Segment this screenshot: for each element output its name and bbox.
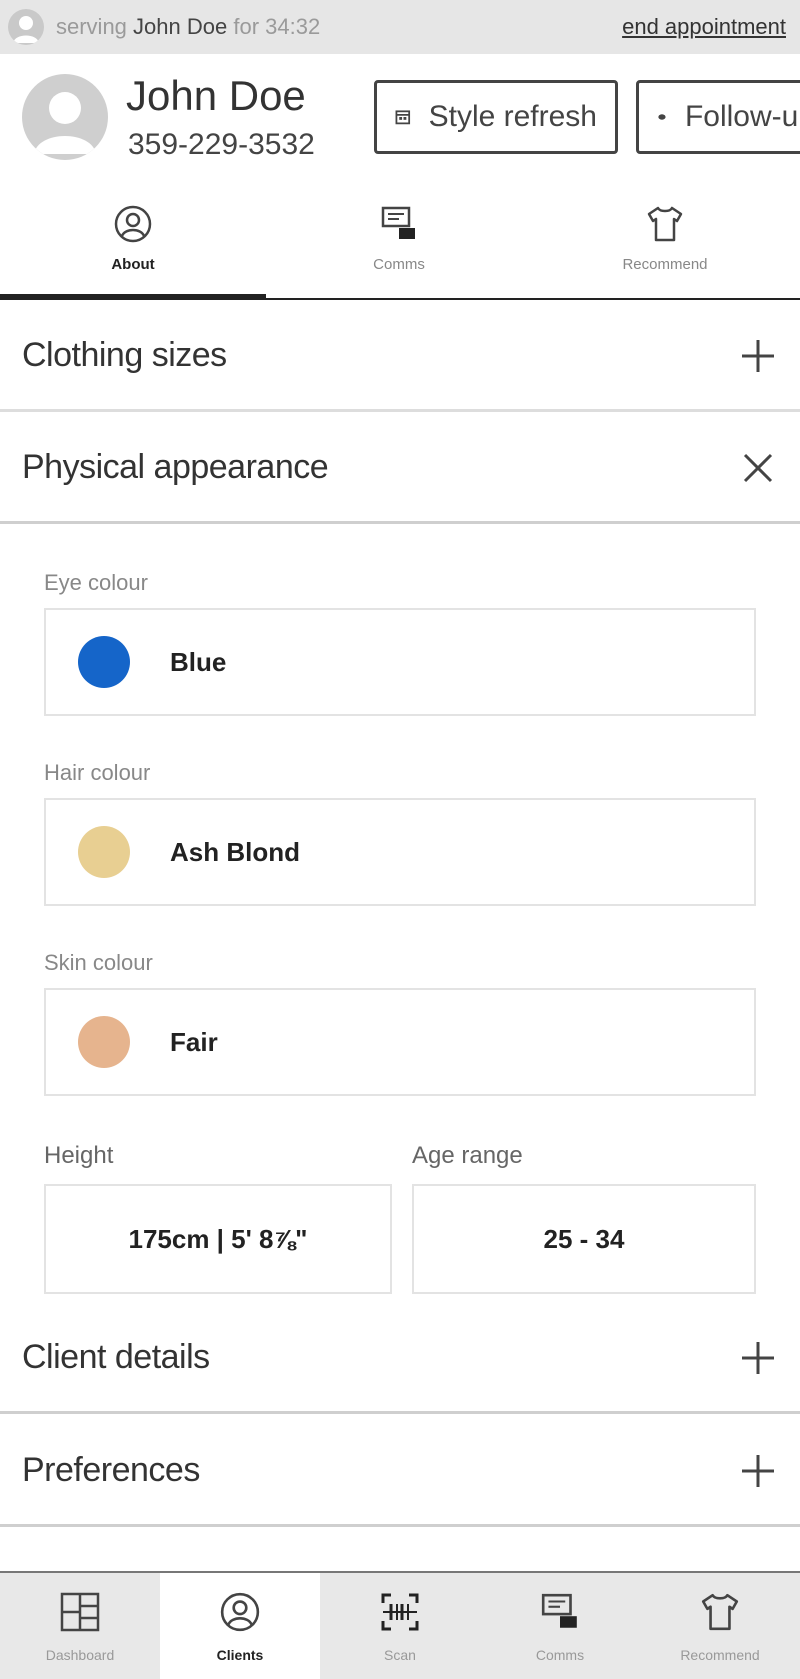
nav-dashboard-label: Dashboard (45, 1647, 115, 1663)
age-range-label: Age range (412, 1142, 523, 1169)
hair-colour-label: Hair colour (44, 760, 151, 785)
follow-up-label: Follow-up (684, 100, 800, 133)
serving-status: serving John Doe for 34:32 (56, 14, 622, 40)
eye-colour-field[interactable]: Blue (44, 608, 756, 716)
tab-about-label: About (111, 256, 155, 273)
section-preferences-title: Preferences (22, 1451, 200, 1489)
tab-recommend[interactable]: Recommend (532, 182, 798, 298)
calendar-icon (395, 110, 411, 125)
nav-clients-label: Clients (216, 1647, 264, 1663)
nav-scan[interactable]: Scan (320, 1573, 480, 1679)
serving-timer: for 34:32 (233, 14, 321, 39)
client-phone: 359-229-3532 (128, 128, 315, 161)
style-refresh-button[interactable]: Style refresh (374, 80, 618, 154)
tshirt-icon (647, 206, 683, 242)
nav-recommend[interactable]: Recommend (640, 1573, 800, 1679)
nav-clients[interactable]: Clients (160, 1573, 320, 1679)
skin-colour-swatch (78, 1016, 130, 1068)
tab-about[interactable]: About (0, 182, 266, 300)
hair-colour-value: Ash Blond (170, 836, 300, 867)
serving-client-name: John Doe (133, 14, 228, 39)
height-field[interactable]: 175cm | 5' 8⅞" (44, 1184, 392, 1294)
hair-colour-swatch (78, 826, 130, 878)
plus-icon (742, 1454, 774, 1487)
height-label: Height (44, 1142, 114, 1169)
chat-icon (541, 1593, 577, 1628)
mini-avatar-icon (8, 9, 44, 45)
user-circle-icon (220, 1592, 260, 1632)
skin-colour-label: Skin colour (44, 950, 153, 975)
nav-comms[interactable]: Comms (480, 1573, 640, 1679)
chat-icon (381, 206, 415, 239)
section-physical-appearance-title: Physical appearance (22, 448, 329, 486)
eye-colour-label: Eye colour (44, 570, 148, 595)
skin-colour-field[interactable]: Fair (44, 988, 756, 1096)
section-client-details-title: Client details (22, 1338, 210, 1376)
section-clothing-sizes-title: Clothing sizes (22, 336, 227, 374)
end-appointment-link[interactable]: end appointment (622, 14, 786, 40)
client-tabs: About Comms Recommend (0, 182, 800, 300)
user-circle-icon (114, 205, 152, 243)
client-name: John Doe (126, 72, 306, 119)
nav-recommend-label: Recommend (680, 1647, 760, 1663)
bottom-nav: Dashboard Clients Scan Comms Recommend (0, 1571, 800, 1679)
scan-icon (381, 1593, 419, 1631)
client-header: John Doe 359-229-3532 Style refresh Foll… (0, 54, 800, 182)
tab-comms[interactable]: Comms (266, 182, 532, 298)
tshirt-icon (701, 1593, 739, 1631)
eye-colour-value: Blue (170, 646, 227, 677)
tab-comms-label: Comms (373, 256, 425, 273)
follow-up-button[interactable]: Follow-up (636, 80, 800, 154)
section-clothing-sizes[interactable]: Clothing sizes (0, 302, 800, 412)
plus-icon (742, 339, 774, 372)
serving-prefix: serving (56, 14, 127, 39)
plus-icon (742, 1341, 774, 1374)
avatar (22, 74, 108, 160)
nav-scan-label: Scan (384, 1647, 416, 1663)
close-icon (743, 453, 773, 482)
style-refresh-label: Style refresh (428, 100, 597, 133)
section-preferences[interactable]: Preferences (0, 1417, 800, 1527)
serving-bar: serving John Doe for 34:32 end appointme… (0, 0, 800, 54)
nav-comms-label: Comms (535, 1647, 585, 1663)
eye-colour-swatch (78, 636, 130, 688)
tab-recommend-label: Recommend (622, 256, 708, 273)
skin-colour-value: Fair (170, 1026, 218, 1057)
eye-icon (658, 114, 666, 120)
dashboard-icon (60, 1592, 100, 1632)
age-range-field[interactable]: 25 - 34 (412, 1184, 756, 1294)
section-client-details[interactable]: Client details (0, 1304, 800, 1414)
section-physical-appearance[interactable]: Physical appearance (0, 414, 800, 524)
nav-dashboard[interactable]: Dashboard (0, 1573, 160, 1679)
hair-colour-field[interactable]: Ash Blond (44, 798, 756, 906)
